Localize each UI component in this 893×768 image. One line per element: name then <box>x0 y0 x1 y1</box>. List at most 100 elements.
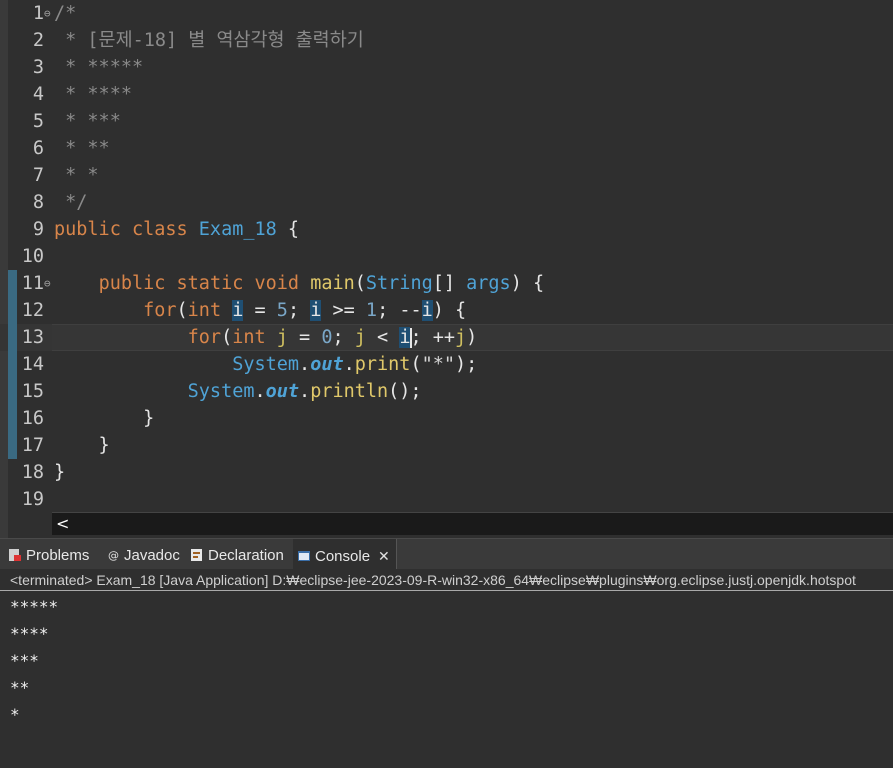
code-line[interactable]: 6 * ** <box>0 135 893 162</box>
line-number: 14 <box>21 354 44 375</box>
code-token: j <box>455 327 467 348</box>
output-line: *** <box>10 651 39 670</box>
code-text: public class Exam_18 { <box>54 216 299 243</box>
code-token: i <box>232 300 244 321</box>
code-editor[interactable]: 1 ⊖/* 2 * [문제-18] 별 역삼각형 출력하기 3 * ***** 4 * … <box>0 0 893 538</box>
output-line: ** <box>10 678 30 697</box>
bottom-panel: Problems @ Javadoc Declaration Console ✕ … <box>0 538 893 768</box>
code-token: for <box>187 327 222 348</box>
code-token: print <box>354 354 411 375</box>
code-line[interactable]: 16 } <box>0 405 893 432</box>
code-line[interactable]: 2 * [문제-18] 별 역삼각형 출력하기 <box>0 27 893 54</box>
code-text: public static void main(String[] args) { <box>54 270 545 297</box>
code-line[interactable]: 1 ⊖/* <box>0 0 893 27</box>
line-number: 12 <box>21 300 44 321</box>
code-text: for(int j = 0; j < i; ++j) <box>54 324 477 351</box>
code-token: int <box>187 300 233 321</box>
code-token: ; ++ <box>410 327 456 348</box>
code-line[interactable]: 9 public class Exam_18 { <box>0 216 893 243</box>
code-token: . <box>299 381 311 402</box>
code-token: ( <box>410 354 422 375</box>
tab-console-label: Console <box>315 548 371 565</box>
code-token: * [문제-18] 별 역삼각형 출력하기 <box>54 30 364 51</box>
code-token: } <box>54 408 155 429</box>
code-line[interactable]: 18} <box>0 459 893 486</box>
code-token: /* <box>54 3 77 24</box>
code-token: = <box>243 300 277 321</box>
code-token: * *** <box>54 111 121 132</box>
code-line[interactable]: 10 <box>0 243 893 270</box>
code-token: main <box>310 273 355 294</box>
line-number: 10 <box>21 246 44 267</box>
code-token: ) { <box>510 273 545 294</box>
tab-problems-label: Problems <box>26 547 90 564</box>
code-token: ( <box>176 300 188 321</box>
code-token: ( <box>354 273 366 294</box>
line-number: 8 <box>32 192 44 213</box>
code-line[interactable]: 14 System.out.print("*"); <box>0 351 893 378</box>
code-line[interactable]: 19 <box>0 486 893 513</box>
code-token: >= <box>321 300 366 321</box>
code-token: 5 <box>276 300 288 321</box>
code-token: args <box>466 273 511 294</box>
code-line[interactable]: 4 * **** <box>0 81 893 108</box>
tab-problems[interactable]: Problems <box>8 539 89 569</box>
code-line[interactable]: 17 } <box>0 432 893 459</box>
code-token: . <box>254 381 266 402</box>
code-token: j <box>276 327 288 348</box>
code-token: { <box>276 219 300 240</box>
line-number: 2 <box>32 30 44 51</box>
tab-declaration-label: Declaration <box>208 547 284 564</box>
line-number: 17 <box>21 435 44 456</box>
scroll-left-icon[interactable]: < <box>56 513 69 535</box>
tab-console[interactable]: Console ✕ <box>293 539 397 569</box>
code-token: * ***** <box>54 57 144 78</box>
line-number: 19 <box>21 489 44 510</box>
code-token: } <box>54 462 66 483</box>
code-line[interactable]: 12 for(int i = 5; i >= 1; --i) { <box>0 297 893 324</box>
code-text: /* <box>54 0 76 27</box>
close-icon[interactable]: ✕ <box>378 548 390 564</box>
tab-javadoc[interactable]: @ Javadoc <box>106 539 180 569</box>
tab-declaration[interactable]: Declaration <box>190 539 284 569</box>
code-token: * ** <box>54 138 110 159</box>
tab-javadoc-label: Javadoc <box>124 547 180 564</box>
fold-icon[interactable]: ⊖ <box>44 0 51 27</box>
code-line[interactable]: 15 System.out.println(); <box>0 378 893 405</box>
code-token: ); <box>455 354 478 375</box>
code-line[interactable]: 8 */ <box>0 189 893 216</box>
horizontal-scrollbar[interactable]: < <box>52 512 893 535</box>
code-text: * [문제-18] 별 역삼각형 출력하기 <box>54 27 364 54</box>
code-token: System <box>187 381 255 402</box>
code-token: * * <box>54 165 99 186</box>
code-token: out <box>310 354 344 375</box>
svg-text:@: @ <box>108 549 119 562</box>
code-token: [] <box>432 273 467 294</box>
line-number: 4 <box>32 84 44 105</box>
code-token: i <box>310 300 322 321</box>
code-line[interactable]: 3 * ***** <box>0 54 893 81</box>
code-token: (); <box>388 381 422 402</box>
output-line: ***** <box>10 597 59 616</box>
code-line[interactable]: 13 for(int j = 0; j < i; ++j) <box>0 324 893 351</box>
code-text: */ <box>54 189 87 216</box>
line-number: 16 <box>21 408 44 429</box>
code-token: int <box>232 327 277 348</box>
line-number: 5 <box>32 111 44 132</box>
line-number: 9 <box>32 219 44 240</box>
code-line[interactable]: 5 * *** <box>0 108 893 135</box>
code-line[interactable]: 7 * * <box>0 162 893 189</box>
line-number: 13 <box>21 327 44 348</box>
declaration-icon <box>190 541 204 561</box>
line-number: 7 <box>32 165 44 186</box>
code-text: } <box>54 432 110 459</box>
code-token: i <box>399 327 411 348</box>
fold-icon[interactable]: ⊖ <box>44 270 51 297</box>
output-line: **** <box>10 624 49 643</box>
code-line[interactable]: 11 ⊖ public static void main(String[] arg… <box>0 270 893 297</box>
